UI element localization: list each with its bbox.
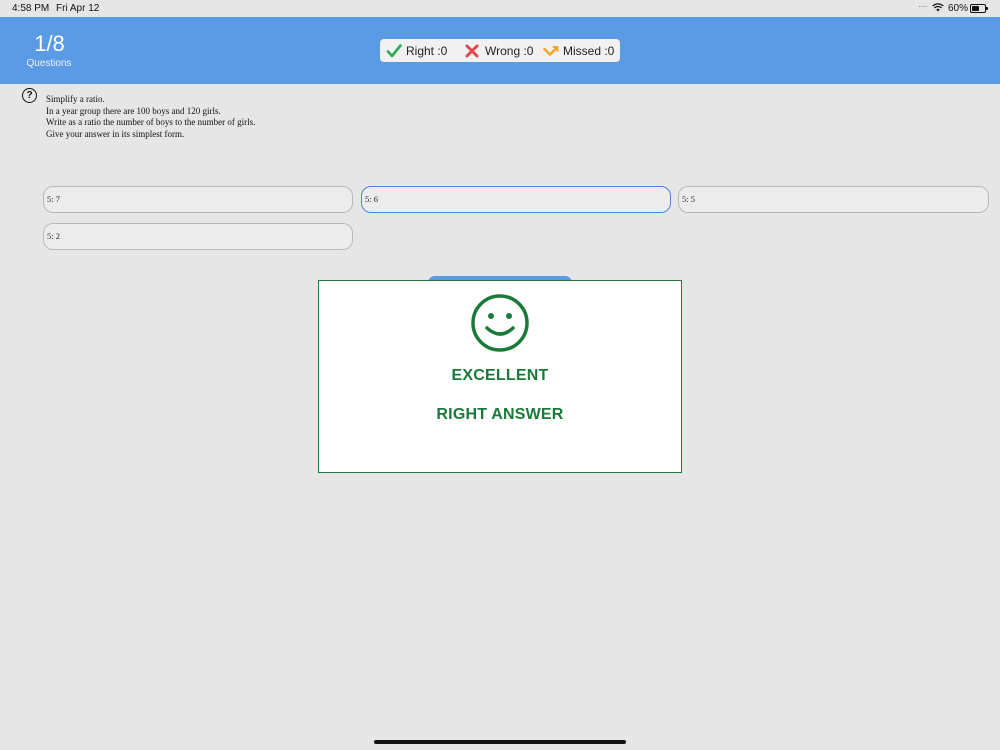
question-counter-label: Questions: [26, 58, 72, 69]
status-date: Fri Apr 12: [56, 3, 100, 14]
score-panel: Right :0 Wrong :0 Missed :0: [380, 39, 620, 62]
result-modal: EXCELLENT RIGHT ANSWER: [318, 280, 682, 473]
smiley-icon: [471, 294, 529, 352]
quiz-header: 1/8 Questions Right :0 Wrong :0 Missed :…: [0, 17, 1000, 84]
question-counter: 1/8: [34, 31, 65, 56]
answer-option[interactable]: 5: 5: [678, 186, 989, 213]
answer-option[interactable]: 5: 2: [43, 223, 353, 250]
question-text: Simplify a ratio. In a year group there …: [46, 94, 255, 140]
answer-option[interactable]: 5: 7: [43, 186, 353, 213]
question-line: Write as a ratio the number of boys to t…: [46, 117, 256, 127]
cellular-icon: ····: [918, 1, 928, 12]
battery-icon: [970, 4, 988, 13]
status-time: 4:58 PM: [12, 3, 50, 14]
score-missed-label: Missed :0: [563, 44, 615, 58]
home-indicator[interactable]: [374, 740, 626, 744]
help-icon[interactable]: ?: [22, 88, 37, 103]
status-bar: 4:58 PM Fri Apr 12 ···· 60%: [0, 0, 1000, 17]
cross-icon: [465, 44, 479, 58]
wifi-icon: [932, 3, 944, 15]
score-wrong-label: Wrong :0: [485, 44, 534, 58]
result-subtitle: RIGHT ANSWER: [436, 406, 564, 423]
missed-icon: [543, 46, 559, 56]
question-line: Give your answer in its simplest form.: [46, 128, 185, 139]
answer-option-selected[interactable]: 5: 6: [361, 186, 671, 213]
question-line: In a year group there are 100 boys and 1…: [46, 105, 221, 116]
battery-percent: 60%: [948, 3, 969, 14]
question-line: Simplify a ratio.: [46, 94, 105, 104]
result-title: EXCELLENT: [451, 367, 549, 384]
score-right-label: Right :0: [406, 44, 448, 58]
checkmark-icon: [386, 44, 402, 58]
